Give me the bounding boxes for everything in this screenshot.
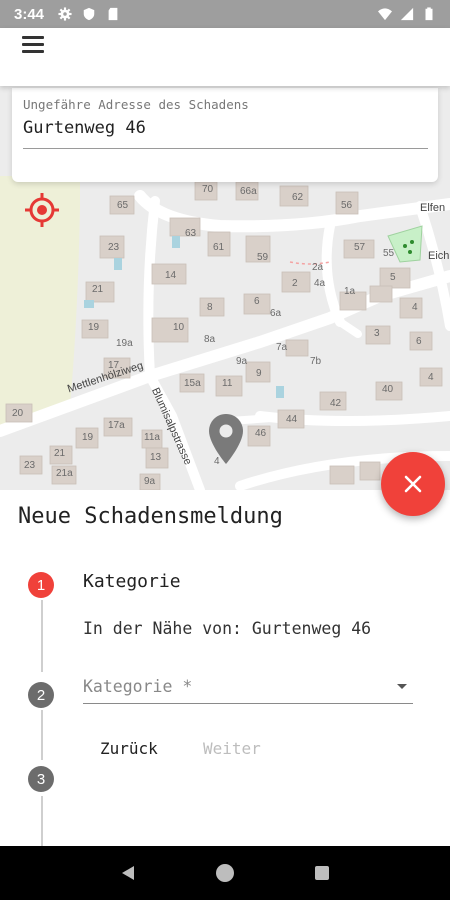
house-number: 23 — [24, 460, 36, 471]
house-number: 6 — [416, 336, 422, 347]
map-pin-icon[interactable] — [207, 412, 245, 466]
house-number: 6 — [254, 296, 260, 307]
house-number: 66a — [240, 186, 257, 197]
step-connector — [41, 710, 43, 760]
house-number: 46 — [255, 428, 267, 439]
step-1-indicator: 1 — [28, 572, 54, 598]
house-number: 65 — [117, 200, 129, 211]
battery-icon — [425, 7, 433, 21]
house-number: 1a — [344, 286, 356, 297]
house-number: 4a — [314, 278, 326, 289]
house-number: 8 — [207, 302, 213, 313]
house-number: 19 — [88, 322, 100, 333]
report-sheet: Neue Schadensmeldung 1 Kategorie In der … — [0, 490, 450, 846]
step-3-indicator: 3 — [28, 766, 54, 792]
recents-icon[interactable] — [310, 861, 334, 885]
house-number: 5 — [390, 272, 396, 283]
house-number: 56 — [341, 200, 353, 211]
house-number: 59 — [257, 252, 269, 263]
address-label: Ungefähre Adresse des Schadens — [23, 97, 249, 112]
sd-card-icon — [108, 7, 118, 21]
house-number: 14 — [165, 270, 177, 281]
status-time: 3:44 — [14, 5, 45, 23]
house-number: 21 — [54, 448, 66, 459]
close-fab-button[interactable] — [381, 452, 445, 516]
address-value[interactable]: Gurtenweg 46 — [23, 118, 146, 138]
house-number: 23 — [108, 242, 120, 253]
house-number: 42 — [330, 398, 342, 409]
house-number: 62 — [292, 192, 304, 203]
house-number: 20 — [12, 408, 24, 419]
category-dropdown[interactable]: Kategorie * — [83, 674, 413, 704]
gear-icon — [58, 7, 72, 21]
house-number: 21 — [92, 284, 104, 295]
house-number: 6a — [270, 308, 282, 319]
category-placeholder: Kategorie * — [83, 677, 193, 696]
house-number: 13 — [150, 452, 162, 463]
app-bar — [0, 28, 450, 86]
step-2-indicator: 2 — [28, 682, 54, 708]
house-number: 2 — [292, 278, 298, 289]
back-button[interactable]: Zurück — [90, 734, 168, 762]
home-icon[interactable] — [213, 861, 237, 885]
street-label: Eich — [428, 250, 450, 262]
house-number: 21a — [56, 468, 73, 479]
house-number: 7a — [276, 342, 288, 353]
street-label: Elfen — [420, 202, 446, 214]
close-icon — [404, 475, 422, 493]
step-connector — [41, 796, 43, 846]
address-field[interactable]: Ungefähre Adresse des Schadens Gurtenweg… — [12, 88, 438, 182]
house-number: 7b — [310, 356, 322, 367]
house-number: 61 — [213, 242, 225, 253]
house-number: 2a — [312, 262, 324, 273]
dropdown-arrow-icon — [397, 684, 407, 689]
signal-icon — [400, 7, 414, 21]
house-number: 70 — [202, 184, 214, 195]
step-1-title[interactable]: Kategorie — [83, 571, 181, 592]
system-nav-bar — [0, 846, 450, 900]
house-number: 11a — [144, 432, 160, 443]
house-number: 9a — [236, 356, 248, 367]
house-number: 15a — [184, 378, 201, 389]
house-number: 9 — [256, 368, 262, 379]
wifi-icon — [378, 8, 392, 21]
house-number: 17a — [108, 420, 125, 431]
house-number: 57 — [354, 242, 366, 253]
house-number: 4 — [428, 372, 434, 383]
house-number: 44 — [286, 414, 298, 425]
house-number: 9a — [144, 476, 156, 487]
back-icon[interactable] — [116, 861, 140, 885]
house-number: 40 — [382, 384, 394, 395]
step-connector — [41, 600, 43, 672]
house-number: 10 — [173, 322, 185, 333]
house-number: 8a — [204, 334, 216, 345]
address-underline — [23, 148, 428, 149]
next-button[interactable]: Weiter — [193, 734, 271, 762]
status-bar: 3:44 — [0, 0, 450, 28]
house-number: 17 — [108, 360, 120, 371]
house-number: 55 — [383, 248, 395, 259]
house-number: 11 — [222, 378, 233, 389]
house-number: 63 — [185, 228, 197, 239]
hamburger-menu-icon[interactable] — [22, 36, 44, 54]
location-target-icon[interactable] — [24, 192, 60, 228]
sheet-title: Neue Schadensmeldung — [18, 504, 283, 529]
house-number: 19 — [82, 432, 94, 443]
house-number: 3 — [374, 328, 380, 339]
near-address-text: In der Nähe von: Gurtenweg 46 — [83, 619, 372, 638]
shield-icon — [83, 7, 95, 21]
house-number: 19a — [116, 338, 133, 349]
house-number: 4 — [412, 302, 418, 313]
